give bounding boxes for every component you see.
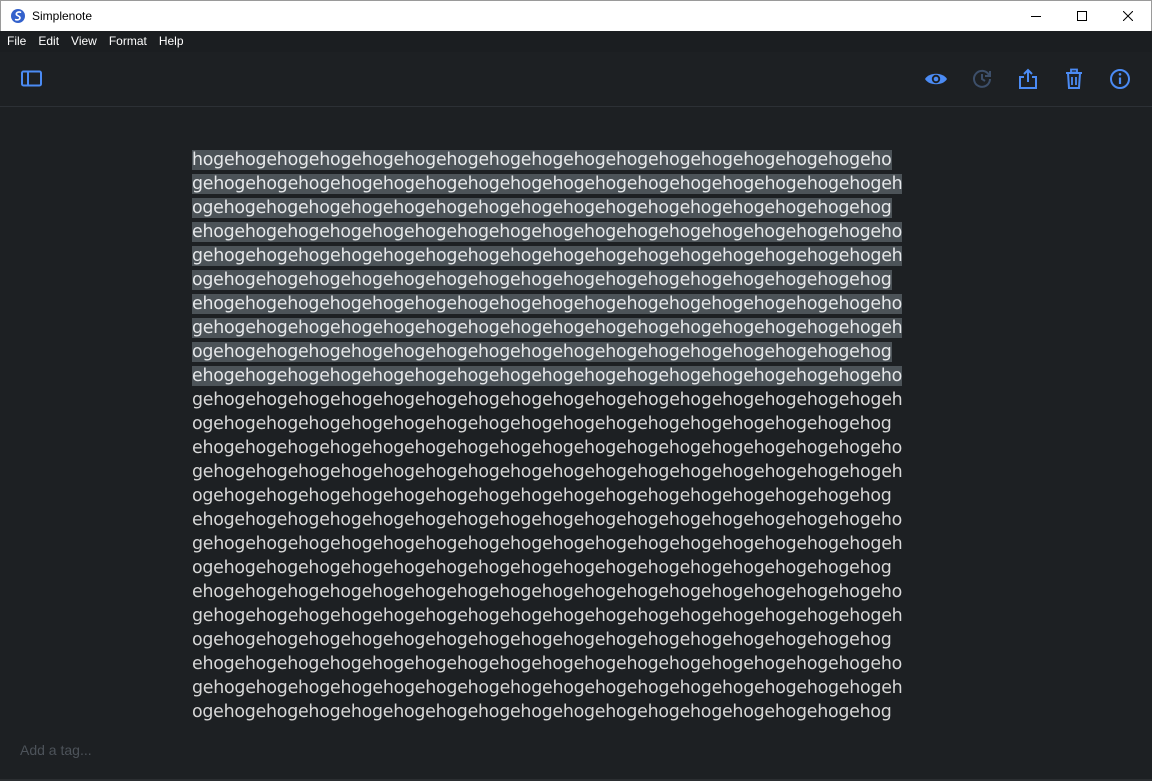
note-text-line: ogehogehogehogehogehogehogehogehogehogeh… (192, 412, 952, 436)
note-text-line: ogehogehogehogehogehogehogehogehogehogeh… (192, 628, 952, 652)
note-text-line: ogehogehogehogehogehogehogehogehogehogeh… (192, 700, 952, 724)
menu-view[interactable]: View (64, 31, 102, 52)
preview-eye-icon (925, 73, 947, 85)
note-text: ehogehogehogehogehogehogehogehogehogehog… (192, 654, 903, 674)
note-text-line: ehogehogehogehogehogehogehogehogehogehog… (192, 508, 952, 532)
menu-format[interactable]: Format (102, 31, 152, 52)
note-text: ehogehogehogehogehogehogehogehogehogehog… (192, 510, 903, 530)
note-text-line: ogehogehogehogehogehogehogehogehogehogeh… (192, 484, 952, 508)
maximize-button[interactable] (1059, 1, 1105, 31)
selected-text: gehogehogehogehogehogehogehogehogehogeho… (192, 174, 903, 194)
share-icon (1019, 68, 1037, 89)
note-text-line: ehogehogehogehogehogehogehogehogehogehog… (192, 292, 952, 316)
note-text-line: ehogehogehogehogehogehogehogehogehogehog… (192, 220, 952, 244)
selected-text: gehogehogehogehogehogehogehogehogehogeho… (192, 318, 903, 338)
selected-text: ehogehogehogehogehogehogehogehogehogehog… (192, 294, 903, 314)
note-text-line: ogehogehogehogehogehogehogehogehogehogeh… (192, 340, 952, 364)
note-text-line: ogehogehogehogehogehogehogehogehogehogeh… (192, 556, 952, 580)
note-text: ogehogehogehogehogehogehogehogehogehogeh… (192, 702, 892, 722)
note-text-line: gehogehogehogehogehogehogehogehogehogeho… (192, 532, 952, 556)
selected-text: ehogehogehogehogehogehogehogehogehogehog… (192, 366, 903, 386)
note-text-line: gehogehogehogehogehogehogehogehogehogeho… (192, 172, 952, 196)
selected-text: ogehogehogehogehogehogehogehogehogehogeh… (192, 342, 892, 362)
selected-text: hogehogehogehogehogehogehogehogehogehoge… (192, 150, 892, 170)
note-toolbar (0, 52, 1152, 107)
note-text: ogehogehogehogehogehogehogehogehogehogeh… (192, 630, 892, 650)
toggle-sidebar-button[interactable] (20, 67, 44, 91)
close-window-button[interactable] (1105, 1, 1151, 31)
info-button[interactable] (1108, 67, 1132, 91)
note-text-line: ehogehogehogehogehogehogehogehogehogehog… (192, 364, 952, 388)
menu-edit[interactable]: Edit (31, 31, 64, 52)
note-text-line: gehogehogehogehogehogehogehogehogehogeho… (192, 604, 952, 628)
note-text: ogehogehogehogehogehogehogehogehogehogeh… (192, 486, 892, 506)
note-text-line: ehogehogehogehogehogehogehogehogehogehog… (192, 436, 952, 460)
note-text-line: ehogehogehogehogehogehogehogehogehogehog… (192, 580, 952, 604)
menu-help[interactable]: Help (152, 31, 189, 52)
note-text: gehogehogehogehogehogehogehogehogehogeho… (192, 390, 903, 410)
note-editor[interactable]: hogehogehogehogehogehogehogehogehogehoge… (192, 148, 952, 724)
note-text-line: gehogehogehogehogehogehogehogehogehogeho… (192, 676, 952, 700)
close-icon (1123, 11, 1133, 21)
title-bar: Simplenote (0, 0, 1152, 31)
trash-icon (1066, 68, 1082, 89)
preview-button[interactable] (924, 67, 948, 91)
selected-text: ogehogehogehogehogehogehogehogehogehogeh… (192, 198, 892, 218)
note-text-line: ehogehogehogehogehogehogehogehogehogehog… (192, 652, 952, 676)
note-text-line: ogehogehogehogehogehogehogehogehogehogeh… (192, 268, 952, 292)
note-text: gehogehogehogehogehogehogehogehogehogeho… (192, 462, 903, 482)
info-icon (1110, 69, 1130, 89)
note-text: gehogehogehogehogehogehogehogehogehogeho… (192, 606, 903, 626)
history-button[interactable] (970, 67, 994, 91)
note-text: gehogehogehogehogehogehogehogehogehogeho… (192, 534, 903, 554)
note-text-line: gehogehogehogehogehogehogehogehogehogeho… (192, 244, 952, 268)
note-text-line: hogehogehogehogehogehogehogehogehogehoge… (192, 148, 952, 172)
note-text: ogehogehogehogehogehogehogehogehogehogeh… (192, 414, 892, 434)
minimize-button[interactable] (1013, 1, 1059, 31)
share-button[interactable] (1016, 67, 1040, 91)
note-text-line: gehogehogehogehogehogehogehogehogehogeho… (192, 388, 952, 412)
simplenote-logo-icon (11, 9, 25, 23)
note-text: ehogehogehogehogehogehogehogehogehogehog… (192, 582, 903, 602)
tag-input[interactable]: Add a tag... (20, 742, 92, 758)
menu-bar: File Edit View Format Help (0, 31, 1152, 52)
note-text: gehogehogehogehogehogehogehogehogehogeho… (192, 678, 903, 698)
menu-file[interactable]: File (0, 31, 31, 52)
note-text: ogehogehogehogehogehogehogehogehogehogeh… (192, 558, 892, 578)
note-text: ehogehogehogehogehogehogehogehogehogehog… (192, 438, 903, 458)
selected-text: ehogehogehogehogehogehogehogehogehogehog… (192, 222, 903, 242)
maximize-icon (1077, 11, 1087, 21)
trash-button[interactable] (1062, 67, 1086, 91)
note-text-line: ogehogehogehogehogehogehogehogehogehogeh… (192, 196, 952, 220)
selected-text: gehogehogehogehogehogehogehogehogehogeho… (192, 246, 903, 266)
selected-text: ogehogehogehogehogehogehogehogehogehogeh… (192, 270, 892, 290)
note-text-line: gehogehogehogehogehogehogehogehogehogeho… (192, 460, 952, 484)
sidebar-toggle-icon (21, 70, 42, 87)
window-title: Simplenote (32, 9, 93, 23)
history-icon (973, 69, 991, 88)
note-text-line: gehogehogehogehogehogehogehogehogehogeho… (192, 316, 952, 340)
minimize-icon (1031, 16, 1041, 17)
